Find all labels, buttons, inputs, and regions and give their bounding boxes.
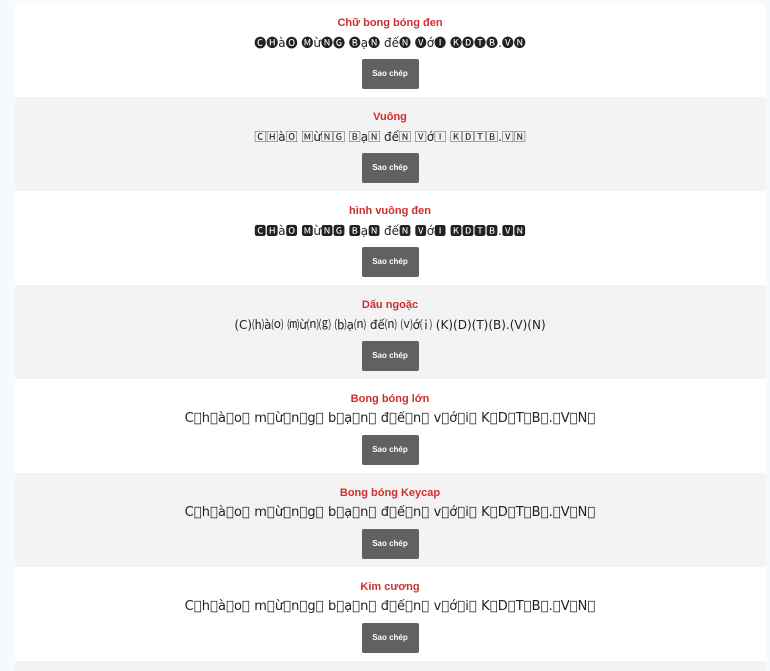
style-preview-text[interactable]: 🅒🅗à🅞 🅜ừ🅝🅖 🅑ạ🅝 đế🅝 🅥ớ🅘 🅚🅓🅣🅑.🅥🅝 xyxy=(15,35,765,51)
style-preview-text[interactable]: (C)⒣à⒪ ⒨ừ⒩⒢ ⒝ạ⒩ đế⒩ ⒱ớ⒤ (K)(D)(T)(B).(V)… xyxy=(15,317,765,333)
style-card-keycap: Bong bóng Keycap C⃣h⃣à⃣o⃣ m⃣ừ⃣n⃣g⃣ b⃣ạ⃣n… xyxy=(15,473,765,567)
style-title: Dấu ngoặc xyxy=(361,299,419,311)
copy-button[interactable]: Sao chép xyxy=(361,59,419,89)
style-card-black-square: hình vuông đen 🅲🅷à🅾 🅼ừ🅽🅶 🅱ạ🅽 đế🅽 🆅ớ🅸 🅺🅳🆃… xyxy=(15,191,765,285)
next-card-edge xyxy=(15,661,765,671)
style-card-square: Vuông 🄲🄷à🄾 🄼ừ🄽🄶 🄱ạ🄽 đế🄽 🅅ớ🄸 🄺🄳🅃🄱.🅅🄽 Sao … xyxy=(15,97,765,191)
style-card-diamond: Kim cương C⃟h⃟à⃟o⃟ m⃟ừ⃟n⃟g⃟ b⃟ạ⃟n⃟ đ⃟ế⃟n… xyxy=(15,567,765,661)
copy-button[interactable]: Sao chép xyxy=(361,153,419,183)
style-preview-text[interactable]: C⃟h⃟à⃟o⃟ m⃟ừ⃟n⃟g⃟ b⃟ạ⃟n⃟ đ⃟ế⃟n⃟ v⃟ớ⃟i⃟ K… xyxy=(15,599,765,615)
font-style-list: Chữ bong bóng đen 🅒🅗à🅞 🅜ừ🅝🅖 🅑ạ🅝 đế🅝 🅥ớ🅘 … xyxy=(15,0,765,671)
copy-button[interactable]: Sao chép xyxy=(361,529,419,559)
copy-button[interactable]: Sao chép xyxy=(361,247,419,277)
copy-button[interactable]: Sao chép xyxy=(361,341,419,371)
style-preview-text[interactable]: 🅲🅷à🅾 🅼ừ🅽🅶 🅱ạ🅽 đế🅽 🆅ớ🅸 🅺🅳🆃🅱.🆅🅽 xyxy=(15,223,765,239)
style-title: Bong bóng Keycap xyxy=(339,487,441,499)
style-preview-text[interactable]: C⃣h⃣à⃣o⃣ m⃣ừ⃣n⃣g⃣ b⃣ạ⃣n⃣ đ⃣ế⃣n⃣ v⃣ớ⃣i⃣ K… xyxy=(15,505,765,521)
copy-button[interactable]: Sao chép xyxy=(361,623,419,653)
style-title: Kim cương xyxy=(360,581,420,593)
copy-button[interactable]: Sao chép xyxy=(361,435,419,465)
style-title: Chữ bong bóng đen xyxy=(337,17,443,29)
style-card-parentheses: Dấu ngoặc (C)⒣à⒪ ⒨ừ⒩⒢ ⒝ạ⒩ đế⒩ ⒱ớ⒤ (K)(D)… xyxy=(15,285,765,379)
style-preview-text[interactable]: 🄲🄷à🄾 🄼ừ🄽🄶 🄱ạ🄽 đế🄽 🅅ớ🄸 🄺🄳🅃🄱.🅅🄽 xyxy=(15,129,765,145)
style-title: Bong bóng lớn xyxy=(350,393,430,405)
style-preview-text[interactable]: C⃝h⃝à⃝o⃝ m⃝ừ⃝n⃝g⃝ b⃝ạ⃝n⃝ đ⃝ế⃝n⃝ v⃝ớ⃝i⃝ K… xyxy=(15,411,765,427)
style-title: hình vuông đen xyxy=(349,205,431,217)
style-card-big-bubble: Bong bóng lớn C⃝h⃝à⃝o⃝ m⃝ừ⃝n⃝g⃝ b⃝ạ⃝n⃝ đ… xyxy=(15,379,765,473)
style-title: Vuông xyxy=(373,111,407,123)
style-card-black-bubble: Chữ bong bóng đen 🅒🅗à🅞 🅜ừ🅝🅖 🅑ạ🅝 đế🅝 🅥ớ🅘 … xyxy=(15,3,765,97)
